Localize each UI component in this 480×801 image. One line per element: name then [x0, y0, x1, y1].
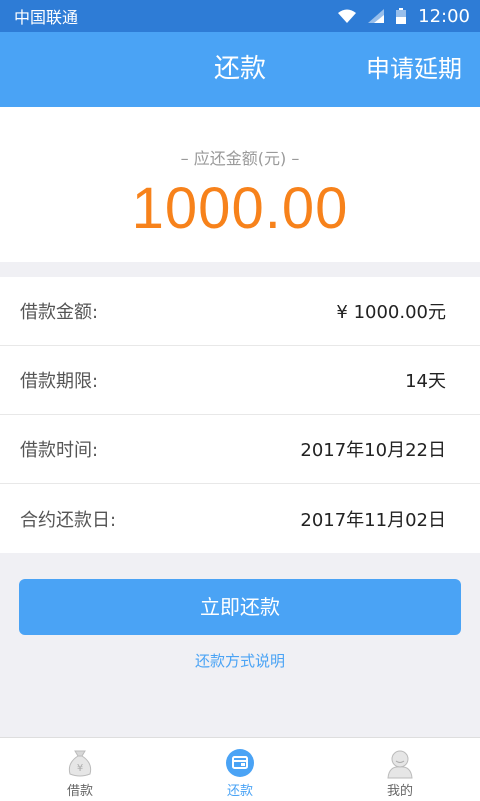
detail-row-loan-date: 借款时间: 2017年10月22日	[0, 415, 480, 484]
signal-icon	[368, 9, 385, 23]
detail-value: 2017年10月22日	[300, 440, 446, 461]
repayment-method-link[interactable]: 还款方式说明	[0, 650, 480, 671]
tab-bar: ¥ 借款 还款 我的	[0, 737, 480, 801]
detail-label: 借款期限:	[20, 371, 99, 392]
battery-icon	[396, 8, 407, 24]
detail-row-loan-term: 借款期限: 14天	[0, 346, 480, 415]
status-icons: 12:00	[338, 6, 470, 27]
detail-label: 合约还款日:	[20, 509, 117, 531]
clock: 12:00	[418, 5, 470, 27]
detail-value: ¥ 1000.00元	[336, 302, 446, 323]
detail-row-loan-amount: 借款金额: ¥ 1000.00元	[0, 277, 480, 346]
card-icon	[226, 749, 254, 777]
tab-label: 我的	[386, 784, 413, 799]
amount-card: – 应还金额(元) – 1000.00	[0, 107, 480, 262]
tab-loan[interactable]: ¥ 借款	[0, 738, 160, 801]
header: 还款 申请延期	[0, 32, 480, 107]
detail-row-due-date: 合约还款日: 2017年11月02日	[0, 484, 480, 553]
tab-label: 还款	[226, 784, 253, 799]
apply-extension-button[interactable]: 申请延期	[366, 32, 462, 107]
money-bag-icon: ¥	[68, 750, 92, 777]
wifi-icon	[338, 9, 357, 23]
status-bar: 中国联通 12:00	[0, 0, 480, 32]
tab-mine[interactable]: 我的	[320, 738, 480, 801]
detail-value: 14天	[405, 371, 446, 392]
amount-due-value: 1000.00	[131, 176, 349, 241]
tab-repay[interactable]: 还款	[160, 738, 320, 801]
detail-label: 借款金额:	[20, 302, 99, 323]
tab-label: 借款	[66, 784, 93, 799]
repay-now-button[interactable]: 立即还款	[19, 579, 461, 635]
user-icon	[387, 750, 413, 779]
loan-details: 借款金额: ¥ 1000.00元 借款期限: 14天 借款时间: 2017年10…	[0, 277, 480, 553]
svg-text:¥: ¥	[77, 763, 83, 774]
detail-value: 2017年11月02日	[300, 509, 446, 531]
amount-due-label: – 应还金额(元) –	[180, 149, 300, 168]
detail-label: 借款时间:	[20, 440, 99, 461]
carrier-name: 中国联通	[14, 8, 79, 27]
